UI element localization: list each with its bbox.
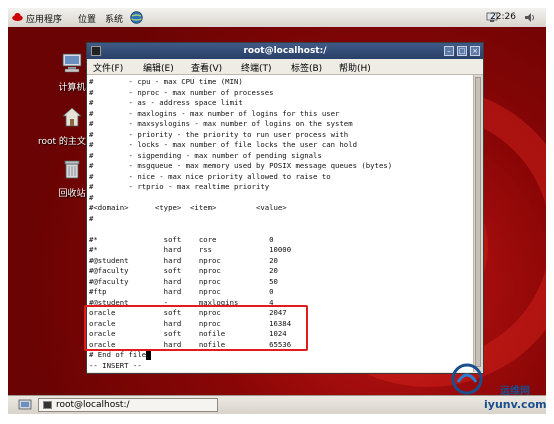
terminal-app-icon [91, 46, 101, 56]
menu-file[interactable]: 文件(F) [93, 61, 123, 74]
menu-view[interactable]: 查看(V) [191, 61, 222, 74]
terminal-line: # - priority - the priority to run user … [89, 129, 349, 139]
top-panel: 应用程序 位置 系统 22:26 [8, 8, 546, 28]
terminal-line: # - as - address space limit [89, 98, 243, 107]
terminal-line: #@faculty hard nproc 50 [89, 276, 278, 286]
terminal-line: # End of file [89, 350, 152, 360]
terminal-line: # - locks - max number of file locks the… [89, 140, 357, 149]
panel-clock[interactable]: 22:26 [490, 12, 516, 22]
scrollbar-thumb[interactable] [475, 77, 481, 367]
watermark-text: iyunv.com [484, 398, 546, 411]
terminal-line: #ftp hard nproc 0 [89, 287, 274, 296]
terminal-line: #@student hard nproc 20 [89, 255, 278, 265]
redhat-logo-icon [12, 13, 23, 21]
menu-terminal[interactable]: 终端(T) [241, 61, 272, 74]
terminal-line: -- INSERT -- [89, 360, 142, 370]
terminal-scrollbar[interactable] [473, 75, 483, 372]
terminal-task-icon [43, 401, 52, 409]
terminal-line: #@faculty soft nproc 20 [89, 266, 278, 275]
text-cursor [146, 350, 152, 360]
menu-edit[interactable]: 编辑(E) [143, 61, 174, 74]
menu-tabs[interactable]: 标签(B) [291, 61, 322, 74]
watermark-logo-icon [451, 363, 483, 395]
terminal-line: # - maxsyslogins - max number of logins … [89, 119, 353, 128]
trash-icon [64, 160, 80, 179]
maximize-button[interactable]: □ [457, 46, 467, 56]
menu-system[interactable]: 系统 [105, 12, 123, 25]
terminal-line: #<domain> <type> <item> <value> [89, 203, 287, 212]
terminal-line: # [89, 213, 94, 223]
menu-help[interactable]: 帮助(H) [339, 61, 371, 74]
terminal-line: # - nice - max nice priority allowed to … [89, 171, 331, 181]
taskbar-button-label: root@localhost:/ [56, 400, 130, 410]
show-desktop-icon[interactable] [18, 399, 32, 411]
terminal-line: # - nproc - max number of processes [89, 87, 274, 97]
taskbar-button-terminal[interactable]: root@localhost:/ [38, 398, 218, 412]
terminal-line: # - sigpending - max number of pending s… [89, 150, 322, 160]
terminal-line: #* soft core 0 [89, 234, 274, 244]
menu-applications[interactable]: 应用程序 [26, 12, 62, 25]
home-folder-icon [61, 107, 83, 127]
bottom-panel: root@localhost:/ [8, 395, 546, 414]
volume-icon[interactable] [524, 12, 536, 23]
watermark-text-cn: 运维网 [500, 386, 530, 397]
terminal-line: # - maxlogins - max number of logins for… [89, 108, 340, 118]
computer-icon [62, 53, 82, 73]
terminal-line: # - rtprio - max realtime priority [89, 182, 270, 191]
terminal-line: #* hard rss 10000 [89, 245, 292, 254]
screenshot-frame: 应用程序 位置 系统 22:26 计算机 root 的主文件夹 回收站 root… [8, 8, 546, 414]
terminal-line: # - msgqueue - max memory used by POSIX … [89, 161, 393, 170]
terminal-line: # - cpu - max CPU time (MIN) [89, 77, 243, 86]
close-button[interactable]: × [470, 46, 480, 56]
window-menubar: 文件(F) 编辑(E) 查看(V) 终端(T) 标签(B) 帮助(H) [87, 59, 483, 75]
minimize-button[interactable]: – [444, 46, 454, 56]
browser-globe-icon[interactable] [130, 11, 143, 24]
window-title: root@localhost:/ [243, 46, 327, 56]
highlight-annotation-box [84, 305, 308, 351]
menu-places[interactable]: 位置 [78, 12, 96, 25]
window-titlebar[interactable]: root@localhost:/ – □ × [87, 43, 483, 59]
terminal-line: # [89, 192, 94, 202]
